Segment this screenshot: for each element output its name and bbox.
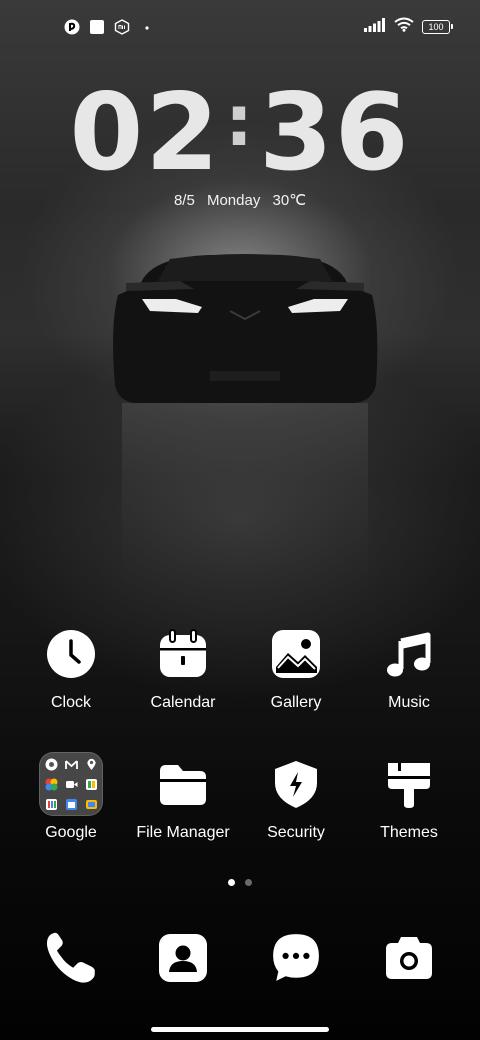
app-security[interactable]: Security — [240, 752, 352, 842]
app-label: File Manager — [136, 824, 230, 841]
gmail-icon — [64, 757, 78, 771]
drive-icon — [84, 777, 98, 791]
app-label: Calendar — [150, 694, 216, 711]
clock-hours: 02 — [69, 71, 221, 194]
date-text: 8/5 — [173, 192, 195, 209]
messages-icon — [270, 932, 322, 989]
app-google-folder[interactable]: Google — [15, 752, 127, 842]
phone-icon — [44, 931, 98, 990]
dock-phone[interactable] — [39, 928, 103, 992]
app-themes[interactable]: Themes — [353, 752, 465, 842]
app-gallery[interactable]: Gallery — [240, 622, 352, 712]
dock-contacts[interactable] — [151, 928, 215, 992]
clock-icon — [39, 622, 103, 686]
app-file-manager[interactable]: File Manager — [127, 752, 239, 842]
dock-camera[interactable] — [377, 928, 441, 992]
square-notification-icon — [89, 19, 105, 35]
app-label: Clock — [50, 694, 91, 711]
youtube-icon — [44, 797, 58, 811]
chrome-icon — [44, 757, 58, 771]
app-label: Google — [45, 824, 97, 841]
wifi-icon — [394, 17, 414, 37]
maps-icon — [84, 757, 98, 771]
app-label: Themes — [380, 824, 438, 841]
status-bar: 100 — [0, 16, 480, 40]
signal-icon — [364, 17, 386, 37]
clock-separator: : — [225, 80, 255, 162]
calendar-icon — [64, 797, 78, 811]
tv-icon — [84, 797, 98, 811]
contacts-icon — [158, 933, 208, 988]
music-icon — [377, 622, 441, 686]
app-label: Music — [388, 694, 430, 711]
calendar-icon — [151, 622, 215, 686]
lock-clock[interactable]: 02:36 — [0, 80, 480, 186]
app-calendar[interactable]: Calendar — [127, 622, 239, 712]
folder-icon — [151, 752, 215, 816]
gallery-icon — [264, 622, 328, 686]
app-label: Security — [267, 824, 325, 841]
app-clock[interactable]: Clock — [15, 622, 127, 712]
clock-minutes: 36 — [259, 71, 411, 194]
notification-icons — [64, 19, 155, 35]
page-indicator[interactable] — [0, 879, 480, 886]
car-wallpaper-image — [113, 254, 378, 653]
page-dot[interactable] — [245, 879, 252, 886]
home-indicator[interactable] — [151, 1027, 329, 1032]
app-label: Gallery — [270, 694, 322, 711]
app-notification-icon — [64, 19, 80, 35]
weekday-text: Monday — [206, 192, 261, 209]
temperature-text: 30℃ — [272, 192, 307, 209]
google-folder-icon — [39, 752, 103, 816]
app-music[interactable]: Music — [353, 622, 465, 712]
page-dot-active[interactable] — [228, 879, 235, 886]
photos-icon — [44, 777, 58, 791]
shield-icon — [264, 752, 328, 816]
meet-icon — [64, 777, 78, 791]
dot-indicator-icon — [139, 19, 155, 35]
dock-messages[interactable] — [264, 928, 328, 992]
battery-level: 100 — [428, 22, 444, 32]
date-weather-line[interactable]: 8/5 Monday 30℃ — [0, 191, 480, 209]
battery-icon: 100 — [422, 20, 453, 34]
camera-icon — [384, 933, 434, 988]
mi-notification-icon — [114, 19, 130, 35]
paintbrush-icon — [377, 752, 441, 816]
